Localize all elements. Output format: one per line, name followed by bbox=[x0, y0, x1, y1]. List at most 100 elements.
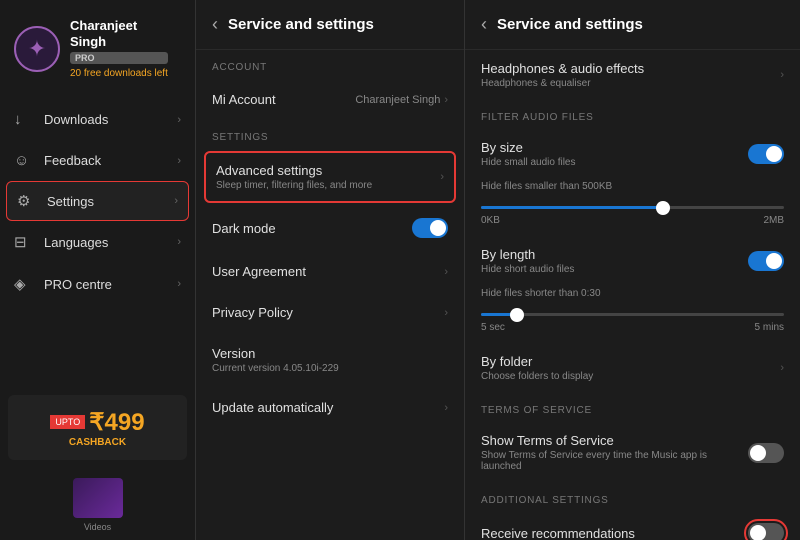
by-length-slider-thumb bbox=[510, 308, 524, 322]
filter-audio-label: FILTER AUDIO FILES bbox=[465, 100, 800, 129]
by-length-max: 5 mins bbox=[755, 322, 784, 333]
advanced-settings-label: Advanced settings bbox=[216, 163, 440, 178]
settings-label: Settings bbox=[47, 194, 174, 209]
version-label: Version bbox=[212, 346, 448, 361]
update-auto-label: Update automatically bbox=[212, 400, 444, 415]
by-size-slider-row: 0KB 2MB bbox=[465, 196, 800, 236]
receive-recs-label: Receive recommendations bbox=[481, 526, 635, 540]
right-panel-content: Headphones & audio effects Headphones & … bbox=[465, 50, 800, 540]
mi-account-value: Charanjeet Singh bbox=[355, 94, 440, 106]
advanced-settings-item[interactable]: Advanced settings Sleep timer, filtering… bbox=[204, 151, 456, 203]
update-auto-chevron-icon: › bbox=[444, 402, 448, 414]
show-tos-label: Show Terms of Service bbox=[481, 433, 740, 448]
settings-chevron-icon: › bbox=[174, 195, 178, 207]
by-length-item: By length Hide short audio files bbox=[465, 236, 800, 286]
by-size-max: 2MB bbox=[763, 215, 784, 226]
dark-mode-label: Dark mode bbox=[212, 221, 412, 236]
version-item: Version Current version 4.05.10i-229 bbox=[196, 333, 464, 387]
by-length-sub2: Hide files shorter than 0:30 bbox=[481, 288, 784, 299]
show-tos-sub: Show Terms of Service every time the Mus… bbox=[481, 450, 740, 472]
dark-mode-toggle[interactable] bbox=[412, 218, 448, 238]
user-agreement-chevron-icon: › bbox=[444, 266, 448, 278]
by-length-toggle-knob bbox=[766, 253, 782, 269]
downloads-label: Downloads bbox=[44, 112, 177, 127]
middle-panel-header: ‹ Service and settings bbox=[196, 0, 464, 50]
avatar: ✦ bbox=[14, 26, 60, 72]
update-auto-item[interactable]: Update automatically › bbox=[196, 387, 464, 428]
receive-recs-toggle[interactable] bbox=[748, 523, 784, 540]
tos-section-label: TERMS OF SERVICE bbox=[465, 393, 800, 422]
promo-cashback: CASHBACK bbox=[50, 437, 144, 448]
sidebar-item-settings[interactable]: ⚙ Settings › bbox=[6, 181, 189, 221]
by-size-sub2: Hide files smaller than 500KB bbox=[481, 181, 784, 192]
by-folder-label: By folder bbox=[481, 354, 593, 369]
by-size-sub: Hide small audio files bbox=[481, 157, 576, 168]
right-panel: ‹ Service and settings Headphones & audi… bbox=[465, 0, 800, 540]
pro-centre-label: PRO centre bbox=[44, 277, 177, 292]
version-sub: Current version 4.05.10i-229 bbox=[212, 363, 448, 374]
right-panel-title: Service and settings bbox=[497, 16, 643, 33]
profile-name-line1: Charanjeet bbox=[70, 18, 168, 34]
show-tos-toggle-knob bbox=[750, 445, 766, 461]
languages-label: Languages bbox=[44, 235, 177, 250]
user-agreement-label: User Agreement bbox=[212, 264, 444, 279]
sidebar: ✦ Charanjeet Singh PRO 20 free downloads… bbox=[0, 0, 195, 540]
sidebar-item-pro-centre[interactable]: ◈ PRO centre › bbox=[0, 263, 195, 305]
show-tos-toggle[interactable] bbox=[748, 443, 784, 463]
by-size-min: 0KB bbox=[481, 215, 500, 226]
by-length-slider-row: 5 sec 5 mins bbox=[465, 303, 800, 343]
pro-centre-icon: ◈ bbox=[14, 275, 36, 293]
headphones-item[interactable]: Headphones & audio effects Headphones & … bbox=[465, 50, 800, 100]
by-length-sub2-row: Hide files shorter than 0:30 bbox=[465, 286, 800, 303]
by-size-label: By size bbox=[481, 140, 576, 155]
sidebar-item-languages[interactable]: ⊟ Languages › bbox=[0, 221, 195, 263]
sidebar-item-downloads[interactable]: ↓ Downloads › bbox=[0, 99, 195, 140]
by-size-slider-fill bbox=[481, 206, 663, 209]
pro-badge: PRO bbox=[70, 52, 168, 64]
headphones-sub: Headphones & equaliser bbox=[481, 78, 644, 89]
sidebar-bottom: Videos bbox=[0, 470, 195, 540]
feedback-chevron-icon: › bbox=[177, 155, 181, 167]
languages-chevron-icon: › bbox=[177, 236, 181, 248]
by-size-toggle[interactable] bbox=[748, 144, 784, 164]
downloads-icon: ↓ bbox=[14, 111, 36, 128]
dark-mode-item[interactable]: Dark mode bbox=[196, 205, 464, 251]
receive-recs-toggle-knob bbox=[750, 525, 766, 540]
privacy-policy-item[interactable]: Privacy Policy › bbox=[196, 292, 464, 333]
by-size-slider-track[interactable] bbox=[481, 206, 784, 209]
additional-settings-label: ADDITIONAL SETTINGS bbox=[465, 483, 800, 512]
mi-account-item[interactable]: Mi Account Charanjeet Singh › bbox=[196, 79, 464, 120]
middle-panel-content: ACCOUNT Mi Account Charanjeet Singh › SE… bbox=[196, 50, 464, 540]
advanced-settings-sub: Sleep timer, filtering files, and more bbox=[216, 180, 440, 191]
by-folder-sub: Choose folders to display bbox=[481, 371, 593, 382]
downloads-chevron-icon: › bbox=[177, 114, 181, 126]
by-length-toggle[interactable] bbox=[748, 251, 784, 271]
sidebar-item-feedback[interactable]: ☺ Feedback › bbox=[0, 140, 195, 181]
middle-panel: ‹ Service and settings ACCOUNT Mi Accoun… bbox=[195, 0, 465, 540]
profile-info: Charanjeet Singh PRO 20 free downloads l… bbox=[70, 18, 168, 79]
show-tos-item: Show Terms of Service Show Terms of Serv… bbox=[465, 422, 800, 483]
profile-section: ✦ Charanjeet Singh PRO 20 free downloads… bbox=[0, 0, 195, 91]
by-length-min: 5 sec bbox=[481, 322, 505, 333]
by-length-label: By length bbox=[481, 247, 574, 262]
right-panel-header: ‹ Service and settings bbox=[465, 0, 800, 50]
video-thumbnail bbox=[73, 478, 123, 518]
middle-back-button[interactable]: ‹ bbox=[212, 14, 218, 35]
settings-icon: ⚙ bbox=[17, 192, 39, 210]
by-length-slider-track[interactable] bbox=[481, 313, 784, 316]
promo-banner[interactable]: UPTO ₹499 CASHBACK bbox=[8, 395, 187, 460]
right-back-button[interactable]: ‹ bbox=[481, 14, 487, 35]
by-folder-chevron-icon: › bbox=[780, 362, 784, 374]
user-agreement-item[interactable]: User Agreement › bbox=[196, 251, 464, 292]
videos-label: Videos bbox=[84, 522, 111, 532]
by-folder-item[interactable]: By folder Choose folders to display › bbox=[465, 343, 800, 393]
by-length-sub: Hide short audio files bbox=[481, 264, 574, 275]
advanced-settings-chevron-icon: › bbox=[440, 171, 444, 183]
profile-name-line2: Singh bbox=[70, 34, 168, 50]
feedback-label: Feedback bbox=[44, 153, 177, 168]
promo-price: ₹499 bbox=[89, 408, 144, 437]
mi-account-label: Mi Account bbox=[212, 92, 355, 107]
privacy-policy-label: Privacy Policy bbox=[212, 305, 444, 320]
by-size-toggle-knob bbox=[766, 146, 782, 162]
receive-recs-item: Receive recommendations bbox=[465, 512, 800, 540]
